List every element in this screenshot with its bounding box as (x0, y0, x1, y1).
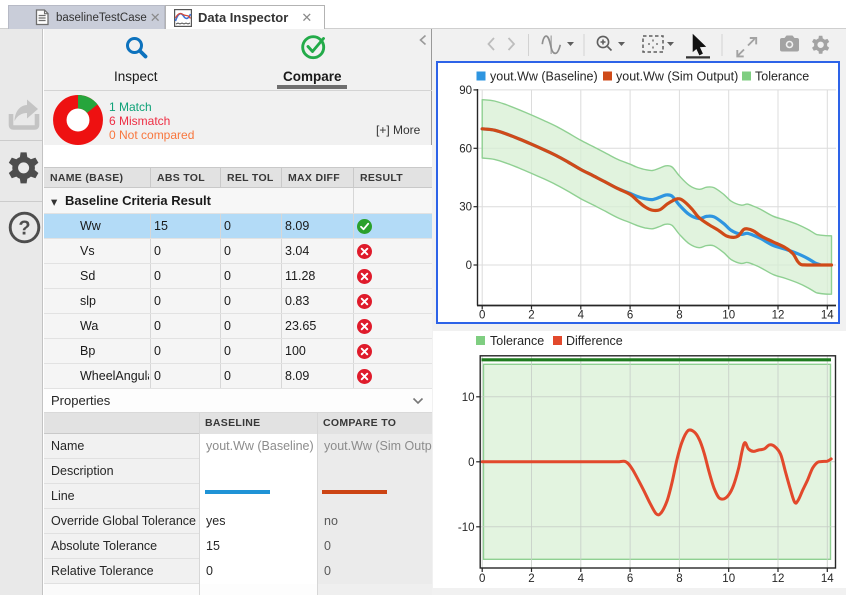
svg-text:0: 0 (479, 310, 485, 322)
svg-text:0: 0 (466, 260, 472, 272)
svg-text:30: 30 (459, 202, 472, 214)
svg-text:8: 8 (676, 310, 682, 322)
svg-text:60: 60 (459, 143, 472, 155)
svg-text:14: 14 (821, 310, 834, 322)
svg-text:Difference: Difference (566, 334, 623, 348)
svg-text:10: 10 (722, 573, 735, 585)
svg-text:90: 90 (459, 85, 472, 97)
svg-text:yout.Ww (Sim Output): yout.Ww (Sim Output) (616, 70, 738, 84)
svg-text:12: 12 (772, 573, 785, 585)
svg-text:8: 8 (676, 573, 682, 585)
svg-text:0: 0 (468, 457, 474, 469)
svg-text:Tolerance: Tolerance (490, 334, 544, 348)
svg-text:6: 6 (627, 573, 633, 585)
svg-text:14: 14 (821, 573, 834, 585)
svg-text:10: 10 (722, 310, 735, 322)
svg-text:Tolerance: Tolerance (755, 70, 809, 84)
svg-text:?: ? (18, 218, 30, 240)
svg-text:2: 2 (528, 310, 534, 322)
svg-text:0: 0 (479, 573, 485, 585)
svg-text:yout.Ww (Baseline): yout.Ww (Baseline) (490, 70, 598, 84)
svg-text:12: 12 (772, 310, 785, 322)
svg-text:10: 10 (462, 392, 475, 404)
svg-text:2: 2 (528, 573, 534, 585)
svg-text:-10: -10 (458, 522, 475, 534)
svg-text:6: 6 (627, 310, 633, 322)
svg-text:4: 4 (578, 310, 585, 322)
svg-text:4: 4 (578, 573, 585, 585)
